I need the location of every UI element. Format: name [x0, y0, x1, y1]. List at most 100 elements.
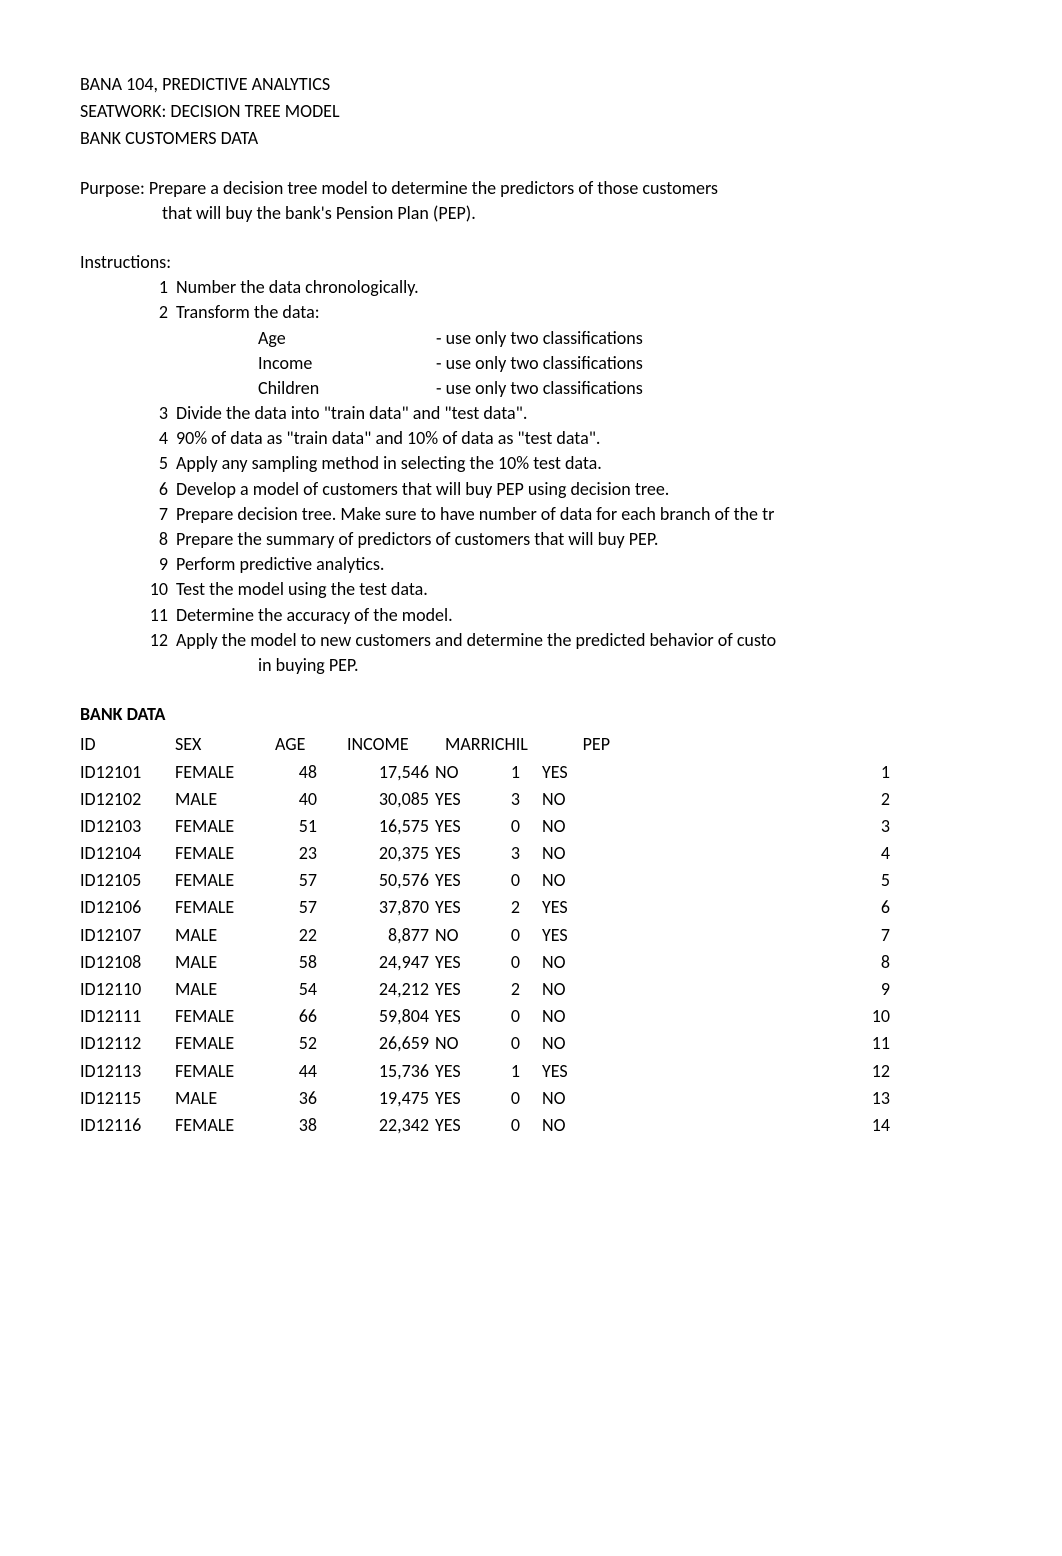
purpose-line1: Prepare a decision tree model to determi… [149, 177, 718, 199]
instruction-item: 3 Divide the data into "train data" and … [80, 401, 982, 426]
table-row: ID12115 MALE 36 19,475 YES 0 NO 13 [80, 1085, 890, 1112]
cell-age: 22 [275, 922, 335, 949]
cell-id: ID12102 [80, 786, 175, 813]
instruction-item: 10 Test the model using the test data. [80, 577, 982, 602]
cell-pep: NO [530, 1112, 610, 1139]
instruction-text: Apply any sampling method in selecting t… [176, 451, 982, 476]
cell-id: ID12105 [80, 867, 175, 894]
cell-rownum: 6 [610, 894, 890, 921]
cell-married: YES [435, 949, 485, 976]
cell-rownum: 5 [610, 867, 890, 894]
instruction-text: Transform the data: [176, 300, 982, 325]
instruction-text: Divide the data into "train data" and "t… [176, 401, 982, 426]
cell-income: 15,736 [335, 1058, 435, 1085]
cell-rownum: 4 [610, 840, 890, 867]
cell-pep: NO [530, 976, 610, 1003]
instruction-item: 5 Apply any sampling method in selecting… [80, 451, 982, 476]
cell-income: 59,804 [335, 1003, 435, 1030]
cell-income: 22,342 [335, 1112, 435, 1139]
cell-age: 66 [275, 1003, 335, 1030]
cell-children: 0 [485, 1030, 530, 1057]
header-id: ID [80, 731, 175, 758]
cell-rownum: 9 [610, 976, 890, 1003]
cell-pep: NO [530, 867, 610, 894]
cell-married: YES [435, 894, 485, 921]
cell-rownum: 2 [610, 786, 890, 813]
cell-age: 58 [275, 949, 335, 976]
instruction-text: Test the model using the test data. [176, 577, 982, 602]
table-row: ID12105 FEMALE 57 50,576 YES 0 NO 5 [80, 867, 890, 894]
cell-married: YES [435, 976, 485, 1003]
cell-sex: FEMALE [175, 840, 275, 867]
table-row: ID12110 MALE 54 24,212 YES 2 NO 9 [80, 976, 890, 1003]
cell-rownum: 11 [610, 1030, 890, 1057]
header-age: AGE [275, 731, 335, 758]
cell-sex: FEMALE [175, 1003, 275, 1030]
cell-income: 24,947 [335, 949, 435, 976]
instruction-item: 8 Prepare the summary of predictors of c… [80, 527, 982, 552]
cell-rownum: 1 [610, 759, 890, 786]
cell-married: YES [435, 1112, 485, 1139]
cell-income: 37,870 [335, 894, 435, 921]
cell-sex: MALE [175, 922, 275, 949]
cell-income: 24,212 [335, 976, 435, 1003]
cell-age: 48 [275, 759, 335, 786]
cell-married: YES [435, 786, 485, 813]
instruction-item: 4 90% of data as "train data" and 10% of… [80, 426, 982, 451]
cell-sex: FEMALE [175, 1030, 275, 1057]
cell-id: ID12103 [80, 813, 175, 840]
cell-rownum: 13 [610, 1085, 890, 1112]
cell-pep: YES [530, 759, 610, 786]
transform-label: Age [258, 326, 436, 351]
instruction-num: 2 [80, 300, 176, 325]
cell-pep: NO [530, 949, 610, 976]
table-row: ID12103 FEMALE 51 16,575 YES 0 NO 3 [80, 813, 890, 840]
instruction-num: 6 [80, 477, 176, 502]
cell-income: 20,375 [335, 840, 435, 867]
cell-sex: FEMALE [175, 867, 275, 894]
instruction-item: 11 Determine the accuracy of the model. [80, 603, 982, 628]
cell-age: 40 [275, 786, 335, 813]
cell-pep: NO [530, 786, 610, 813]
instruction-text: Prepare the summary of predictors of cus… [176, 527, 982, 552]
cell-age: 36 [275, 1085, 335, 1112]
cell-sex: MALE [175, 786, 275, 813]
seatwork-title: SEATWORK: DECISION TREE MODEL [80, 99, 982, 124]
table-row: ID12104 FEMALE 23 20,375 YES 3 NO 4 [80, 840, 890, 867]
cell-married: NO [435, 1030, 485, 1057]
instruction-text: Prepare decision tree. Make sure to have… [176, 502, 982, 527]
table-row: ID12101 FEMALE 48 17,546 NO 1 YES 1 [80, 759, 890, 786]
instruction-text: Perform predictive analytics. [176, 552, 982, 577]
cell-pep: YES [530, 894, 610, 921]
cell-sex: FEMALE [175, 1112, 275, 1139]
cell-sex: MALE [175, 976, 275, 1003]
cell-children: 0 [485, 813, 530, 840]
cell-pep: YES [530, 922, 610, 949]
cell-pep: NO [530, 840, 610, 867]
cell-income: 26,659 [335, 1030, 435, 1057]
transform-label: Children [258, 376, 436, 401]
cell-pep: NO [530, 1030, 610, 1057]
cell-rownum: 3 [610, 813, 890, 840]
cell-id: ID12101 [80, 759, 175, 786]
instruction-num: 12 [80, 628, 176, 653]
cell-sex: MALE [175, 949, 275, 976]
cell-age: 54 [275, 976, 335, 1003]
bank-data-table: ID SEX AGE INCOME MARRICHIL PEP ID12101 … [80, 731, 890, 1139]
cell-age: 38 [275, 1112, 335, 1139]
dataset-title: BANK CUSTOMERS DATA [80, 126, 982, 151]
transform-value: - use only two classifications [436, 351, 982, 376]
cell-id: ID12104 [80, 840, 175, 867]
cell-income: 19,475 [335, 1085, 435, 1112]
cell-sex: FEMALE [175, 813, 275, 840]
cell-children: 3 [485, 840, 530, 867]
cell-sex: FEMALE [175, 759, 275, 786]
instruction-text: Determine the accuracy of the model. [176, 603, 982, 628]
cell-id: ID12113 [80, 1058, 175, 1085]
cell-pep: YES [530, 1058, 610, 1085]
cell-sex: FEMALE [175, 894, 275, 921]
cell-children: 2 [485, 894, 530, 921]
instruction-num: 7 [80, 502, 176, 527]
cell-income: 17,546 [335, 759, 435, 786]
cell-rownum: 7 [610, 922, 890, 949]
